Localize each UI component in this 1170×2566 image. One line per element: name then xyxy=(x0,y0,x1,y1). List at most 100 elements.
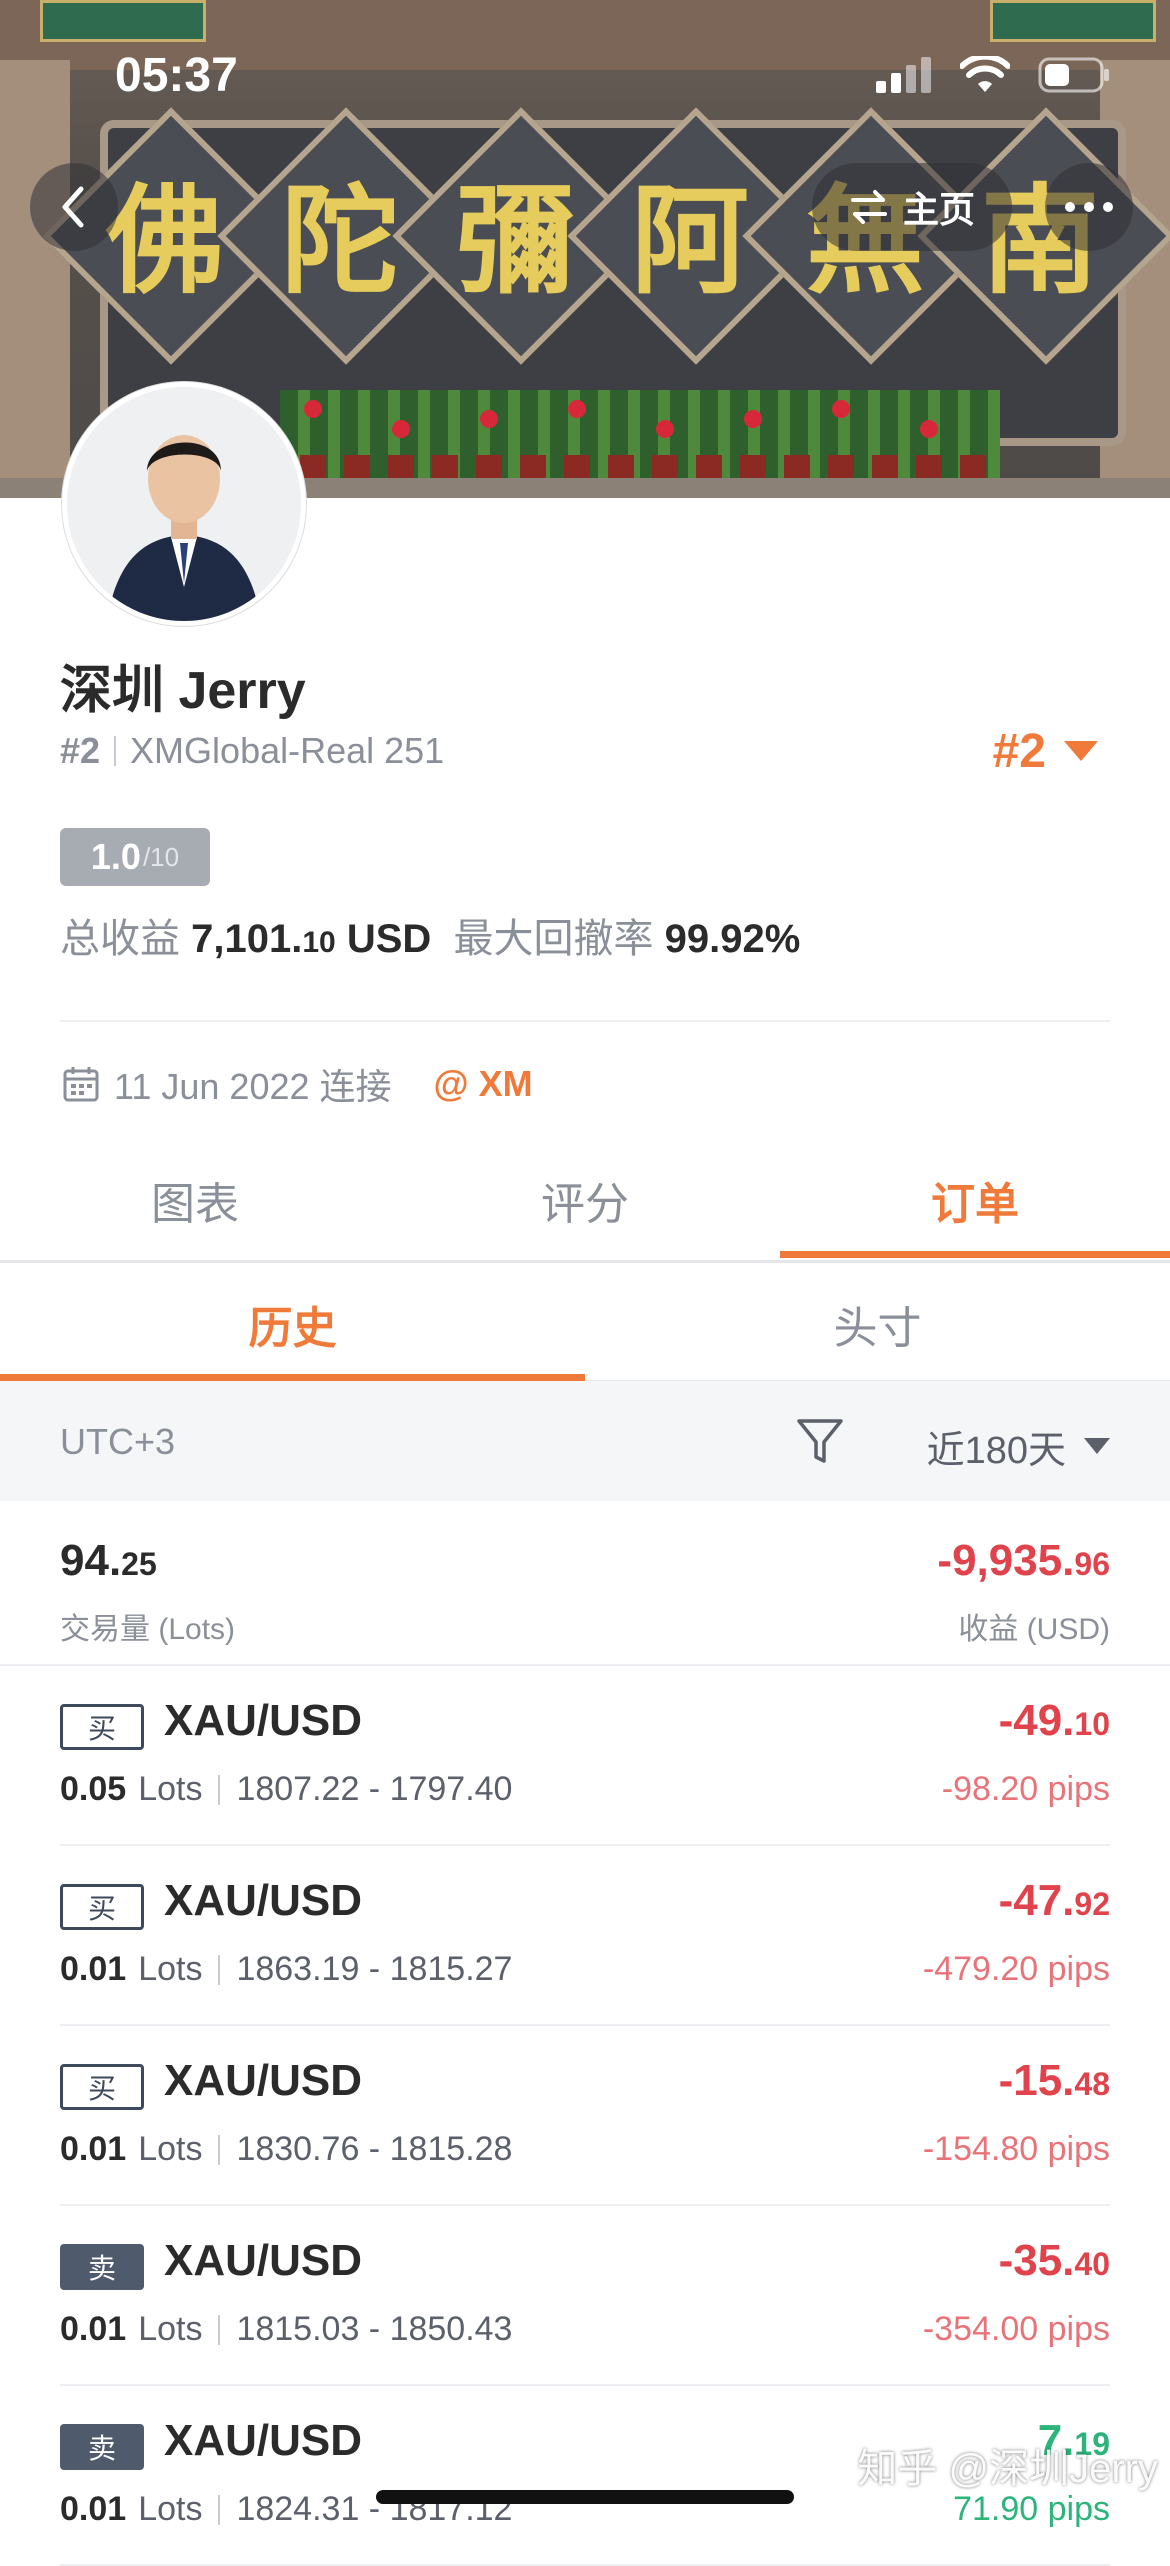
order-lots: 0.01 xyxy=(60,2130,127,2168)
side-badge: 买 xyxy=(60,1704,144,1750)
lots-unit: Lots xyxy=(138,2310,203,2348)
order-row[interactable]: 买 XAU/USD 0.01 Lots 1830.76 - 1815.28 -15.48 -… xyxy=(0,2026,1170,2206)
beam-plaque-right xyxy=(990,0,1156,42)
flower xyxy=(920,420,938,438)
order-row[interactable]: 买 XAU/USD 0.05 Lots 1807.22 - 1797.40 -49.10 -… xyxy=(0,1666,1170,1846)
filter-bar: UTC+3 近180天 xyxy=(0,1381,1170,1501)
volume-value: 94.25 xyxy=(60,1536,157,1585)
rank-badge: #2 xyxy=(992,725,1046,778)
lots-unit: Lots xyxy=(138,2130,203,2168)
flower-pot xyxy=(344,455,370,479)
subtab-history[interactable]: 历史 xyxy=(0,1292,585,1356)
order-row[interactable]: 买 XAU/USD 0.01 Lots 1863.19 - 1815.27 -47.92 -… xyxy=(0,1846,1170,2026)
order-lots: 0.01 xyxy=(60,2310,127,2348)
order-lots: 0.01 xyxy=(60,2490,127,2528)
flower-pot xyxy=(300,455,326,479)
wifi-icon xyxy=(960,56,1010,92)
filter-icon[interactable] xyxy=(796,1417,844,1467)
order-pips: 71.90 pips xyxy=(953,2490,1110,2528)
order-symbol: XAU/USD xyxy=(164,2056,363,2105)
side-badge: 卖 xyxy=(60,2244,144,2290)
triangle-down-icon xyxy=(1084,1437,1110,1454)
side-badge: 买 xyxy=(60,1884,144,1930)
flower-pot xyxy=(872,455,898,479)
order-pnl: -49.10 xyxy=(998,1696,1110,1745)
calendar-icon xyxy=(63,1067,99,1102)
order-prices: 1815.03 - 1850.43 xyxy=(236,2310,513,2348)
flower-pot xyxy=(608,455,634,479)
side-badge: 买 xyxy=(60,2064,144,2110)
beam-plaque-left xyxy=(40,0,206,42)
subtab-indicator xyxy=(0,1374,585,1381)
connected-date: 11 Jun 2022 连接 xyxy=(114,1066,392,1107)
chevron-left-icon xyxy=(62,186,84,228)
divider xyxy=(218,1954,221,1985)
subtab-positions[interactable]: 头寸 xyxy=(585,1292,1170,1356)
order-row[interactable]: 卖 XAU/USD 0.01 Lots 1815.03 - 1850.43 -35.40 -… xyxy=(0,2206,1170,2386)
range-label: 近180天 xyxy=(926,1430,1066,1472)
order-pips: -354.00 pips xyxy=(922,2310,1110,2348)
flower-pot xyxy=(784,455,810,479)
order-pips: -479.20 pips xyxy=(922,1950,1110,1988)
lots-unit: Lots xyxy=(138,2490,203,2528)
banner-character: 陀 xyxy=(280,170,399,310)
status-icons xyxy=(876,56,1110,94)
sub-tabs: 历史 头寸 xyxy=(0,1262,1170,1383)
score-max: /10 xyxy=(142,841,180,872)
order-detail: 0.05 Lots 1807.22 - 1797.40 xyxy=(60,1770,512,1809)
flower-pot xyxy=(432,455,458,479)
tab-orders[interactable]: 订单 xyxy=(780,1168,1170,1232)
order-symbol: XAU/USD xyxy=(164,2236,363,2285)
lots-unit: Lots xyxy=(138,1950,203,1988)
orders-summary: 94.25 交易量 (Lots) -9,935.96 收益 (USD) xyxy=(0,1502,1170,1666)
flower-pot xyxy=(828,455,854,479)
divider xyxy=(60,1020,1110,1022)
more-icon xyxy=(1065,202,1113,212)
broker-link[interactable]: @ XM xyxy=(434,1063,533,1105)
flower-pot xyxy=(520,455,546,479)
score-badge: 1.0/10 xyxy=(60,828,210,886)
account-label: XMGlobal-Real 251 xyxy=(130,730,445,771)
divider xyxy=(218,2134,221,2165)
rank-dropdown[interactable]: #2 xyxy=(993,724,1098,779)
order-detail: 0.01 Lots 1815.03 - 1850.43 xyxy=(60,2310,512,2349)
rank-label: #2 xyxy=(60,730,101,771)
order-symbol: XAU/USD xyxy=(164,2416,363,2465)
side-badge: 卖 xyxy=(60,2424,144,2470)
tab-rating[interactable]: 评分 xyxy=(390,1168,780,1232)
order-symbol: XAU/USD xyxy=(164,1696,363,1745)
banner-character: 彌 xyxy=(455,170,574,310)
order-prices: 1807.22 - 1797.40 xyxy=(236,1770,513,1808)
profit-label: 收益 (USD) xyxy=(958,1613,1110,1646)
tab-indicator xyxy=(780,1251,1170,1258)
flower xyxy=(744,410,762,428)
order-symbol: XAU/USD xyxy=(164,1876,363,1925)
order-detail: 0.01 Lots 1830.76 - 1815.28 xyxy=(60,2130,512,2169)
more-button[interactable] xyxy=(1045,163,1133,251)
order-pips: -98.20 pips xyxy=(941,1770,1110,1808)
order-prices: 1830.76 - 1815.28 xyxy=(236,2130,513,2168)
home-indicator[interactable] xyxy=(376,2490,794,2504)
tab-chart[interactable]: 图表 xyxy=(0,1168,390,1232)
rank-line: #2 XMGlobal-Real 251 xyxy=(60,730,444,772)
flower xyxy=(568,400,586,418)
range-dropdown[interactable]: 近180天 xyxy=(927,1419,1110,1474)
signal-icon xyxy=(876,57,931,93)
watermark: 知乎 @深圳Jerry xyxy=(857,2447,1158,2491)
order-pnl: -15.48 xyxy=(998,2056,1110,2105)
home-button[interactable]: 主页 xyxy=(812,163,1012,251)
divider xyxy=(218,2494,221,2525)
flower-pot xyxy=(740,455,766,479)
total-profit-value: 7,101.10 USD xyxy=(191,917,432,961)
connection-info: 11 Jun 2022 连接 @ XM xyxy=(62,1058,533,1110)
main-tabs: 图表 评分 订单 xyxy=(0,1140,1170,1263)
pillar-left xyxy=(0,60,70,498)
triangle-down-icon xyxy=(1064,740,1098,761)
flower xyxy=(392,420,410,438)
flower-pot xyxy=(388,455,414,479)
avatar[interactable] xyxy=(62,382,306,626)
flower-pot xyxy=(696,455,722,479)
battery-icon xyxy=(1038,57,1109,93)
flower xyxy=(656,420,674,438)
back-button[interactable] xyxy=(30,163,118,251)
